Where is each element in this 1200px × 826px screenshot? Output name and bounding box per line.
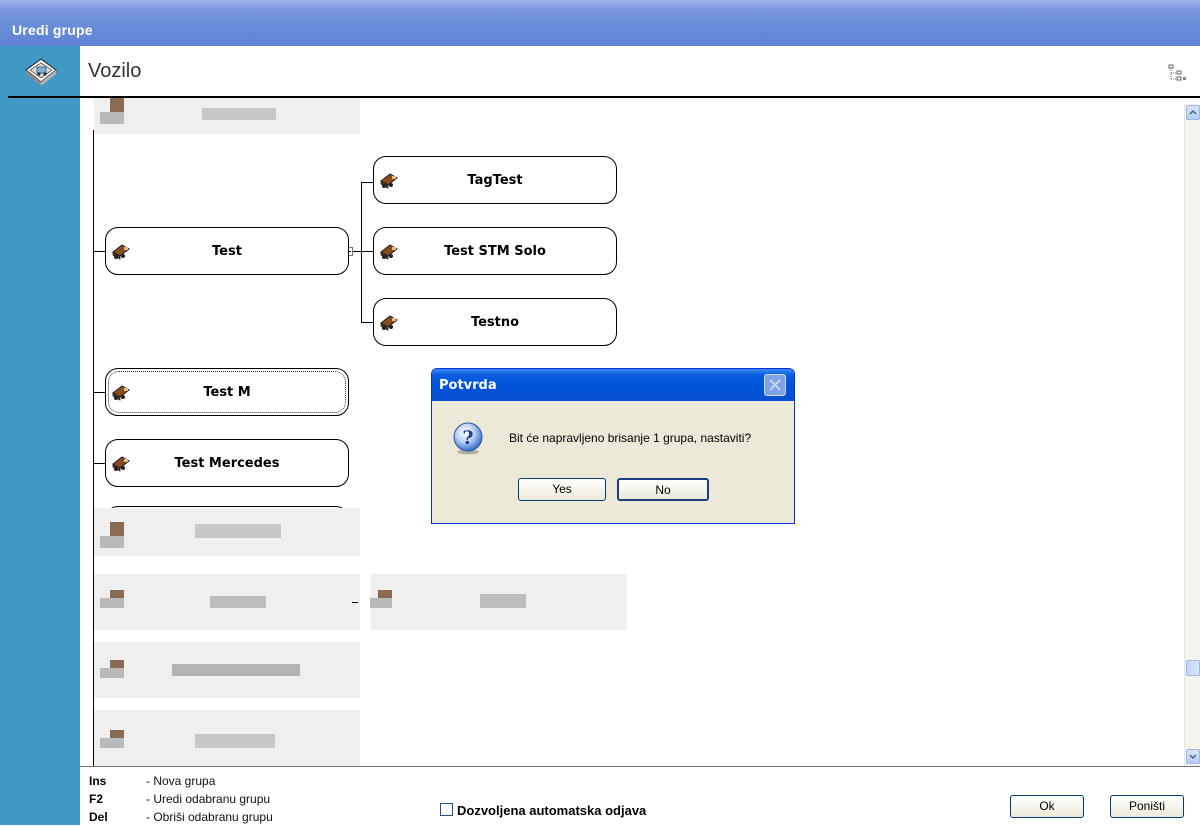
- confirm-dialog: Potvrda ? Bit će napravljeno brisanje 1 …: [431, 368, 795, 524]
- tree-node-test-stm-solo[interactable]: Test STM Solo: [373, 227, 617, 275]
- shortcut-desc: - Uredi odabranu grupu: [146, 792, 271, 806]
- redacted-block: [202, 108, 276, 120]
- cancel-button[interactable]: Poništi: [1110, 795, 1184, 818]
- close-icon: [769, 379, 781, 391]
- scroll-thumb[interactable]: [1186, 660, 1200, 676]
- tree-node-testno[interactable]: Testno: [373, 298, 617, 346]
- yes-button[interactable]: Yes: [518, 478, 606, 501]
- scroll-up-button[interactable]: [1186, 105, 1200, 120]
- page-title: Vozilo: [88, 60, 142, 82]
- tree-connector: [93, 463, 105, 464]
- redacted-block: [195, 524, 281, 538]
- redacted-block: [100, 536, 124, 548]
- tree-connector: [93, 392, 105, 393]
- tree-node-label: Test M: [203, 385, 251, 400]
- svg-text:?: ?: [462, 427, 473, 449]
- redacted-block: [370, 598, 392, 608]
- tree-connector: [93, 251, 105, 252]
- shortcut-desc: - Nova grupa: [146, 774, 216, 788]
- redacted-block: [172, 664, 300, 676]
- tree-node-test-m[interactable]: Test M: [105, 368, 349, 416]
- dialog-message: Bit će napravljeno brisanje 1 grupa, nas…: [509, 431, 752, 445]
- window-title: Uredi grupe: [12, 22, 93, 38]
- question-icon: ?: [453, 422, 483, 455]
- vertical-scrollbar[interactable]: [1184, 104, 1200, 766]
- redacted-block: [100, 738, 124, 748]
- tree-connector: [361, 182, 373, 183]
- redacted-block: [100, 598, 124, 608]
- ok-button[interactable]: Ok: [1010, 795, 1084, 818]
- tree-connector: [352, 602, 358, 603]
- shortcut-key: F2: [89, 792, 104, 806]
- tree-node-test-mercedes[interactable]: Test Mercedes: [105, 439, 349, 487]
- shortcut-key: Del: [89, 810, 108, 824]
- redacted-block: [100, 112, 124, 124]
- auto-logout-label[interactable]: Dozvoljena automatska odjava: [457, 803, 646, 818]
- tree-connector: [361, 251, 373, 252]
- tree-connector: [361, 182, 362, 322]
- tree-connector: [361, 322, 373, 323]
- tree-node-label: Testno: [470, 315, 520, 330]
- no-button[interactable]: No: [617, 478, 709, 501]
- tree-node-label: Test: [212, 244, 242, 259]
- tree-node-label: Test Mercedes: [174, 456, 280, 471]
- dialog-title: Potvrda: [439, 378, 497, 393]
- tree-node-label: Test STM Solo: [444, 244, 546, 259]
- redacted-block: [110, 98, 124, 112]
- tree-node-tagtest[interactable]: TagTest: [373, 156, 617, 204]
- window-titlebar: Uredi grupe: [0, 0, 1200, 46]
- shortcut-key: Ins: [89, 774, 107, 788]
- dialog-close-button[interactable]: [764, 374, 786, 396]
- redacted-block: [480, 594, 526, 608]
- tree-view-icon[interactable]: [1168, 64, 1188, 82]
- footer: Ins - Nova grupa F2 - Uredi odabranu gru…: [80, 766, 1200, 826]
- chevron-down-icon: [1189, 754, 1197, 760]
- header: Vozilo: [80, 46, 1200, 96]
- dialog-titlebar: Potvrda: [432, 369, 794, 401]
- auto-logout-checkbox[interactable]: [440, 803, 453, 816]
- redacted-block: [195, 734, 275, 748]
- left-sidebar: [0, 46, 80, 825]
- scroll-down-button[interactable]: [1186, 749, 1200, 764]
- vehicle-group-icon: [25, 58, 57, 86]
- tree-node-test[interactable]: Test: [105, 227, 349, 275]
- tree-node-label: TagTest: [467, 173, 523, 188]
- redacted-block: [100, 668, 124, 678]
- chevron-up-icon: [1189, 109, 1197, 115]
- redacted-block: [110, 522, 124, 536]
- shortcut-desc: - Obriši odabranu grupu: [146, 810, 273, 824]
- truck-icon: [112, 385, 130, 401]
- redacted-block: [210, 596, 266, 608]
